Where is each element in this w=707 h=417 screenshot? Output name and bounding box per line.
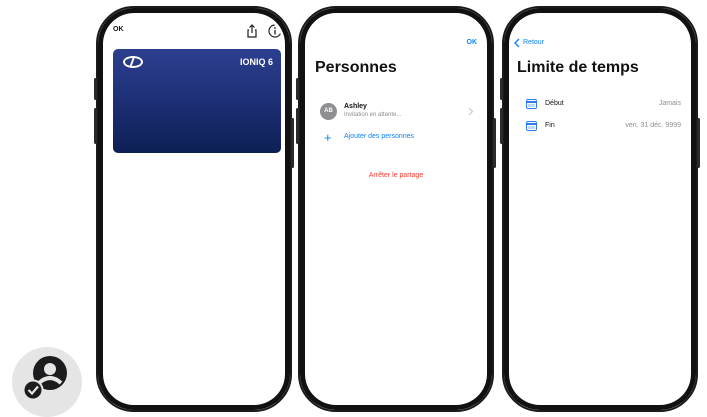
- shared-access-badge: [12, 347, 82, 417]
- phone-frame-3: Retour Limite de temps Début Jamais Fin …: [500, 6, 700, 412]
- add-people-button[interactable]: Ajouter des personnes: [344, 133, 414, 140]
- wallet-key-screen: OK IONIQ 6: [105, 15, 283, 403]
- avatar: AB: [320, 103, 337, 120]
- chevron-right-icon[interactable]: [468, 107, 474, 116]
- info-icon[interactable]: [268, 24, 282, 38]
- calendar-icon: [526, 99, 537, 109]
- person-status: Invitation en attente...: [344, 112, 402, 118]
- side-button: [296, 78, 299, 100]
- plus-icon[interactable]: +: [324, 131, 332, 144]
- time-limit-screen: Retour Limite de temps Début Jamais Fin …: [511, 15, 689, 403]
- phone-frame-2: OK Personnes AB Ashley Invitation en att…: [296, 6, 496, 412]
- end-label: Fin: [545, 122, 555, 129]
- start-value[interactable]: Jamais: [659, 100, 681, 107]
- stop-sharing-button[interactable]: Arrêter le partage: [307, 172, 485, 179]
- person-check-icon: [22, 356, 67, 401]
- calendar-icon: [526, 121, 537, 131]
- person-name: Ashley: [344, 103, 367, 110]
- power-button: [493, 118, 496, 168]
- end-value[interactable]: ven. 31 déc. 9999: [625, 122, 681, 129]
- volume-button: [94, 108, 97, 144]
- chevron-left-icon[interactable]: [514, 38, 520, 48]
- side-button: [500, 78, 503, 100]
- ok-button[interactable]: OK: [113, 26, 124, 33]
- car-key-card[interactable]: IONIQ 6: [113, 49, 281, 153]
- ok-button[interactable]: OK: [467, 39, 478, 46]
- card-title: IONIQ 6: [239, 57, 273, 67]
- phone-frame-1: OK IONIQ 6: [94, 6, 294, 412]
- people-screen: OK Personnes AB Ashley Invitation en att…: [307, 15, 485, 403]
- page-title: Personnes: [315, 59, 397, 76]
- volume-button: [296, 108, 299, 144]
- hyundai-logo-icon: [123, 56, 143, 68]
- power-button: [291, 118, 294, 168]
- page-title: Limite de temps: [517, 59, 639, 76]
- side-button: [94, 78, 97, 100]
- start-label: Début: [545, 100, 564, 107]
- power-button: [697, 118, 700, 168]
- volume-button: [500, 108, 503, 144]
- back-button[interactable]: Retour: [523, 39, 544, 46]
- share-icon[interactable]: [245, 24, 259, 38]
